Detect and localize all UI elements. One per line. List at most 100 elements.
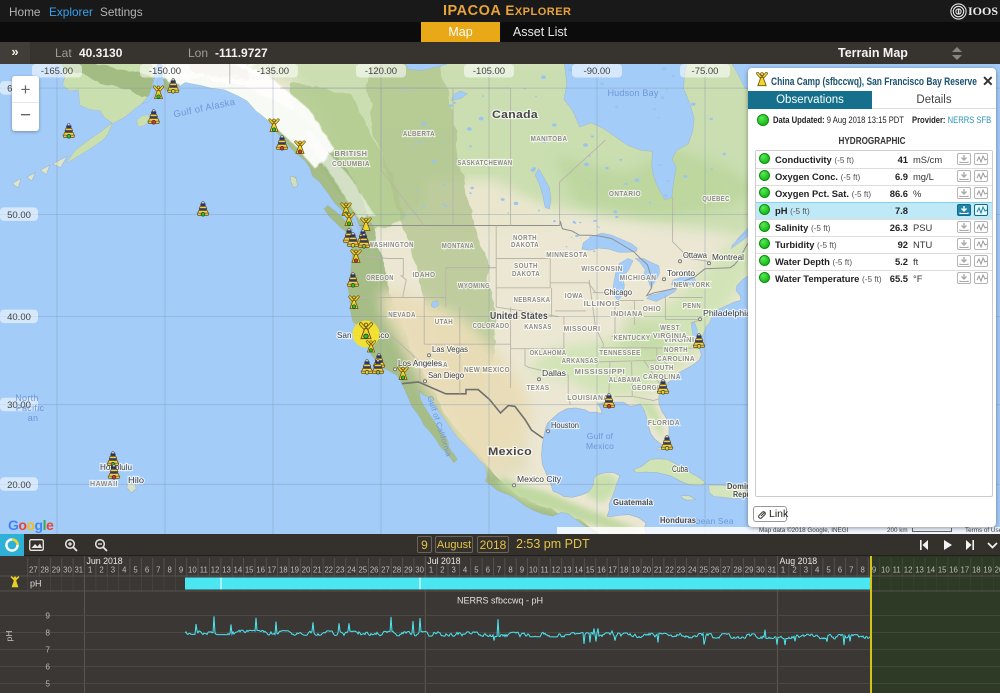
svg-text:VIRGINIA: VIRGINIA (653, 331, 687, 340)
svg-text:DAKOTA: DAKOTA (512, 269, 540, 278)
svg-text:20: 20 (302, 566, 311, 575)
svg-text:COLORADO: COLORADO (473, 321, 510, 330)
svg-text:TEXAS: TEXAS (527, 383, 550, 392)
svg-text:9: 9 (872, 566, 876, 575)
svg-text:HAWAII: HAWAII (90, 479, 118, 488)
svg-text:20: 20 (642, 566, 651, 575)
svg-text:15: 15 (245, 566, 254, 575)
svg-text:NEW YORK: NEW YORK (674, 280, 711, 289)
svg-text:3: 3 (804, 566, 808, 575)
svg-text:6: 6 (486, 566, 490, 575)
svg-text:NERRS sfbccwq - pH: NERRS sfbccwq - pH (457, 596, 543, 606)
svg-text:17: 17 (961, 566, 970, 575)
svg-text:10: 10 (529, 566, 538, 575)
svg-text:SOUTH: SOUTH (650, 363, 674, 372)
svg-text:2: 2 (792, 566, 796, 575)
svg-text:-165.00: -165.00 (41, 66, 73, 77)
svg-text:1: 1 (88, 566, 92, 575)
svg-text:6: 6 (145, 566, 149, 575)
svg-text:24: 24 (347, 566, 356, 575)
svg-text:2: 2 (440, 566, 444, 575)
svg-text:-150.00: -150.00 (149, 66, 181, 77)
svg-text:1: 1 (429, 566, 433, 575)
svg-text:Las Vegas: Las Vegas (432, 344, 468, 354)
svg-text:4: 4 (122, 566, 127, 575)
svg-text:Cuba: Cuba (672, 464, 688, 475)
svg-text:Canada: Canada (492, 109, 539, 121)
svg-text:-120.00: -120.00 (365, 66, 397, 77)
svg-text:OREGON: OREGON (366, 273, 394, 282)
svg-text:7: 7 (497, 566, 501, 575)
svg-text:MANITOBA: MANITOBA (531, 134, 568, 143)
svg-text:20.00: 20.00 (7, 480, 31, 491)
svg-text:13: 13 (563, 566, 572, 575)
svg-text:NORTH: NORTH (664, 345, 688, 354)
svg-text:19: 19 (290, 566, 299, 575)
svg-text:UTAH: UTAH (435, 317, 453, 326)
svg-text:29: 29 (745, 566, 754, 575)
svg-text:Montreal: Montreal (712, 252, 744, 262)
svg-text:Jun 2018: Jun 2018 (87, 556, 123, 566)
svg-text:-135.00: -135.00 (257, 66, 289, 77)
svg-text:Los Angeles: Los Angeles (398, 358, 442, 368)
svg-text:17: 17 (608, 566, 617, 575)
svg-text:pH: pH (4, 631, 14, 642)
svg-text:5: 5 (45, 679, 50, 689)
svg-text:30: 30 (63, 566, 72, 575)
svg-text:4: 4 (463, 566, 468, 575)
svg-text:Chicago: Chicago (604, 287, 632, 297)
svg-text:MISSOURI: MISSOURI (564, 324, 601, 333)
svg-text:11: 11 (541, 566, 549, 575)
svg-text:12: 12 (904, 566, 913, 575)
svg-text:6: 6 (838, 566, 842, 575)
svg-text:25: 25 (699, 566, 708, 575)
svg-text:28: 28 (733, 566, 742, 575)
svg-text:27: 27 (722, 566, 731, 575)
svg-text:50.00: 50.00 (7, 210, 31, 221)
svg-text:9: 9 (45, 611, 50, 621)
svg-text:27: 27 (381, 566, 390, 575)
svg-text:7: 7 (45, 645, 50, 655)
svg-text:9: 9 (520, 566, 524, 575)
svg-text:13: 13 (222, 566, 231, 575)
svg-text:WASHINGTON: WASHINGTON (368, 240, 414, 249)
svg-text:22: 22 (665, 566, 674, 575)
svg-text:COLUMBIA: COLUMBIA (332, 159, 370, 168)
svg-text:17: 17 (268, 566, 277, 575)
svg-text:8: 8 (168, 566, 172, 575)
svg-text:ILLINOIS: ILLINOIS (584, 299, 621, 308)
svg-text:21: 21 (313, 566, 322, 575)
svg-text:3: 3 (111, 566, 115, 575)
svg-text:CAROLINA: CAROLINA (657, 354, 695, 363)
svg-text:QUEBEC: QUEBEC (702, 194, 730, 203)
svg-text:LOUISIANA: LOUISIANA (567, 393, 608, 402)
svg-text:7: 7 (849, 566, 853, 575)
svg-text:9: 9 (179, 566, 183, 575)
svg-text:Guatemala: Guatemala (613, 498, 654, 507)
svg-text:25: 25 (358, 566, 367, 575)
svg-text:pH: pH (30, 579, 42, 589)
svg-text:DAKOTA: DAKOTA (511, 240, 539, 249)
svg-text:5: 5 (133, 566, 138, 575)
svg-text:ARKANSAS: ARKANSAS (562, 356, 599, 365)
svg-text:North: North (15, 393, 39, 403)
svg-text:26: 26 (711, 566, 720, 575)
svg-text:8: 8 (508, 566, 512, 575)
svg-text:Hudson Bay: Hudson Bay (607, 88, 658, 98)
svg-text:Jul 2018: Jul 2018 (427, 556, 460, 566)
svg-text:16: 16 (597, 566, 606, 575)
svg-text:PENN: PENN (683, 301, 701, 310)
svg-text:1: 1 (781, 566, 785, 575)
svg-text:INDIANA: INDIANA (611, 309, 643, 318)
svg-text:11: 11 (200, 566, 208, 575)
svg-text:6: 6 (45, 662, 50, 672)
svg-text:11: 11 (893, 566, 901, 575)
svg-text:7: 7 (156, 566, 160, 575)
svg-text:8: 8 (45, 628, 50, 638)
svg-text:18: 18 (279, 566, 288, 575)
svg-text:14: 14 (926, 566, 935, 575)
svg-text:10: 10 (188, 566, 197, 575)
svg-text:3: 3 (452, 566, 456, 575)
svg-text:Houston: Houston (551, 420, 579, 430)
svg-text:16: 16 (949, 566, 958, 575)
